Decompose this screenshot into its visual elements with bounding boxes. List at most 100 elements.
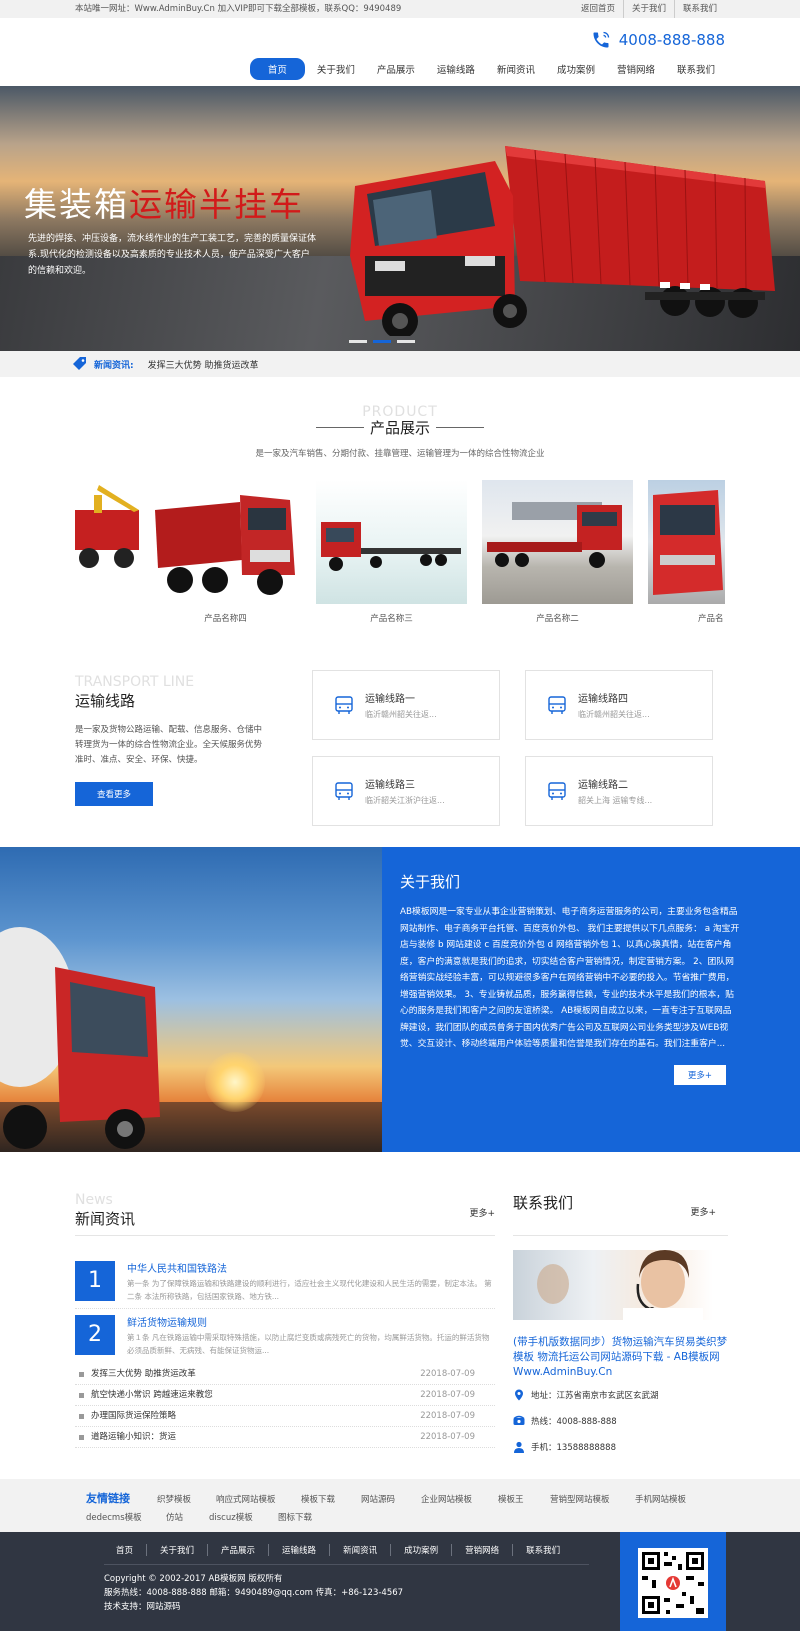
nav-contact[interactable]: 联系我们 — [667, 58, 725, 80]
nav-routes[interactable]: 运输线路 — [427, 58, 485, 80]
view-more-button[interactable]: 查看更多 — [75, 782, 154, 806]
phone-icon — [593, 31, 609, 48]
person-icon — [514, 1441, 524, 1453]
footer-nav-cases[interactable]: 成功案例 — [390, 1544, 451, 1556]
products-title: 产品展示 — [0, 417, 800, 438]
product-card-4[interactable]: 产品名称四 — [150, 480, 301, 624]
customer-service-image — [513, 1250, 713, 1320]
about-title: 关于我们 — [400, 873, 461, 891]
news-number: 1 — [75, 1261, 115, 1301]
friend-link[interactable]: 图标下载 — [278, 1511, 312, 1523]
friend-link[interactable]: 营销型网站模板 — [550, 1493, 610, 1505]
product-card-1[interactable]: 产品名 — [648, 480, 725, 624]
transport-en-title: TRANSPORT LINE — [75, 674, 195, 690]
friend-link[interactable]: dedecms模板 — [86, 1511, 142, 1523]
bus-icon — [335, 782, 353, 800]
about-more-button[interactable]: 更多+ — [673, 1065, 726, 1085]
top-link-about[interactable]: 关于我们 — [622, 0, 674, 18]
friend-link[interactable]: 网站源码 — [361, 1493, 395, 1505]
qr-code-panel — [620, 1532, 726, 1631]
footer-nav-products[interactable]: 产品展示 — [207, 1544, 268, 1556]
news-list-title: 发挥三大优势 助推货运改革 — [91, 1369, 196, 1379]
top-bar: 本站唯一网址：Www.AdminBuy.Cn 加入VIP即可下载全部模板，联系Q… — [0, 0, 800, 18]
route-card-2[interactable]: 运输线路二 韶关上海 运输专线... — [525, 756, 713, 826]
news-list-title: 办理国际货运保险策略 — [91, 1411, 177, 1421]
product-card-2[interactable]: 产品名称二 — [482, 480, 633, 624]
contact-link[interactable]: (带手机版数据同步）货物运输汽车贸易类织梦模板 物流托运公司网站源码下载 - A… — [513, 1335, 728, 1380]
route-title: 运输线路三 — [365, 780, 415, 791]
route-card-3[interactable]: 运输线路三临沂韶关江浙沪往返... — [312, 756, 500, 826]
contact-address: 地址：江苏省南京市玄武区玄武湖 — [513, 1382, 728, 1408]
product-image — [648, 480, 725, 604]
product-image — [150, 480, 301, 604]
bus-icon — [548, 696, 566, 714]
friend-link[interactable]: 仿站 — [166, 1511, 183, 1523]
friend-links-label: 友情链接 — [86, 1492, 130, 1505]
address-text: 地址：江苏省南京市玄武区玄武湖 — [531, 1391, 659, 1401]
product-card-5[interactable]: 五 — [75, 480, 150, 624]
qr-code-icon — [638, 1548, 708, 1618]
news-list-item[interactable]: 航空快递小常识 跨越速运来教您 22018-07-09 — [75, 1385, 495, 1406]
footer-contact-text: 服务热线：4008-888-888 邮箱：9490489@qq.com 传真：+… — [104, 1588, 404, 1598]
slider-dot-3[interactable] — [397, 340, 415, 343]
product-name: 产品名称二 — [536, 614, 579, 624]
footer-nav-contact[interactable]: 联系我们 — [512, 1544, 573, 1556]
contact-more-link[interactable]: 更多+ — [690, 1205, 716, 1218]
top-link-contact[interactable]: 联系我们 — [673, 0, 725, 18]
footer-nav-news[interactable]: 新闻资讯 — [329, 1544, 390, 1556]
friend-link[interactable]: discuz模板 — [209, 1511, 253, 1523]
news-number: 2 — [75, 1315, 115, 1355]
featured-news-2[interactable]: 2 鲜活货物运输规则 第１条 凡在铁路运输中需采取特殊措施，以防止腐烂变质或病残… — [75, 1315, 495, 1365]
nav-products[interactable]: 产品展示 — [367, 58, 425, 80]
featured-news-1[interactable]: 1 中华人民共和国铁路法 第一条 为了保障铁路运输和铁路建设的顺利进行，适应社会… — [75, 1261, 495, 1311]
friend-link[interactable]: 手机网站模板 — [635, 1493, 686, 1505]
friend-link[interactable]: 织梦模板 — [157, 1493, 191, 1505]
news-list-item[interactable]: 道路运输小知识：货运 22018-07-09 — [75, 1427, 495, 1448]
nav-network[interactable]: 营销网络 — [607, 58, 665, 80]
telephone-icon — [513, 1415, 525, 1425]
about-panel: 关于我们 AB模板网是一家专业从事企业营销策划、电子商务运营服务的公司，主要业务… — [382, 847, 800, 1152]
news-headline[interactable]: 鲜活货物运输规则 — [127, 1314, 207, 1329]
friend-link[interactable]: 响应式网站模板 — [216, 1493, 276, 1505]
footer-divider — [104, 1564, 589, 1565]
news-more-link[interactable]: 更多+ — [469, 1206, 495, 1219]
footer-nav-home[interactable]: 首页 — [104, 1544, 146, 1556]
slider-dot-1[interactable] — [349, 340, 367, 343]
footer-nav-routes[interactable]: 运输线路 — [268, 1544, 329, 1556]
friend-link[interactable]: 企业网站模板 — [421, 1493, 472, 1505]
news-headline[interactable]: 中华人民共和国铁路法 — [127, 1260, 227, 1275]
friend-link[interactable]: 模板下载 — [301, 1493, 335, 1505]
nav-about[interactable]: 关于我们 — [307, 58, 365, 80]
friend-link[interactable]: 模板王 — [498, 1493, 524, 1505]
route-card-4[interactable]: 运输线路四 临沂赣州韶关往返... — [525, 670, 713, 740]
nav-cases[interactable]: 成功案例 — [547, 58, 605, 80]
news-summary: 第１条 凡在铁路运输中需采取特殊措施，以防止腐烂变质或病残死亡的货物，均属鲜活货… — [127, 1333, 490, 1355]
phone-number: 4008-888-888 — [618, 31, 725, 49]
nav-news[interactable]: 新闻资讯 — [487, 58, 545, 80]
route-sub: 临沂韶关江浙沪往返... — [365, 796, 445, 805]
route-sub: 临沂赣州韶关往返... — [365, 710, 437, 719]
top-link-home[interactable]: 返回首页 — [573, 0, 623, 18]
route-card-1[interactable]: 运输线路一 临沂赣州韶关往返... — [312, 670, 500, 740]
footer-nav-network[interactable]: 营销网络 — [451, 1544, 512, 1556]
slider-dot-2[interactable] — [373, 340, 391, 343]
hero-banner[interactable]: 集装箱运输半挂车 先进的焊接、冲压设备，流水线作业的生产工装工艺，完善的质量保证… — [0, 86, 800, 351]
product-card-3[interactable]: 产品名称三 — [316, 480, 467, 624]
product-name: 五 — [75, 612, 150, 624]
news-list-item[interactable]: 发挥三大优势 助推货运改革 22018-07-09 — [75, 1364, 495, 1385]
products-heading: PRODUCT 产品展示 是一家及汽车销售、分期付款、挂靠管理、运输管理为一体的… — [0, 404, 800, 459]
news-list-item[interactable]: 办理国际货运保险策略 22018-07-09 — [75, 1406, 495, 1427]
nav-home[interactable]: 首页 — [249, 58, 305, 80]
banner-title: 集装箱运输半挂车 — [24, 178, 304, 226]
news-ticker: 新闻资讯: 发挥三大优势 助推货运改革 — [0, 351, 800, 377]
news-list-date: 22018-07-09 — [420, 1390, 475, 1400]
news-title: 新闻资讯 — [75, 1210, 136, 1228]
footer-nav-about[interactable]: 关于我们 — [146, 1544, 207, 1556]
header-phone: 4008-888-888 — [591, 30, 725, 50]
banner-title-white: 集装箱 — [24, 185, 129, 224]
products-desc: 是一家及汽车销售、分期付款、挂靠管理、运输管理为一体的综合性物流企业 — [255, 449, 545, 459]
news-list-title: 道路运输小知识：货运 — [91, 1432, 177, 1442]
news-list-date: 22018-07-09 — [420, 1432, 475, 1442]
news-list-date: 22018-07-09 — [420, 1411, 475, 1421]
ticker-text[interactable]: 发挥三大优势 助推货运改革 — [148, 358, 259, 371]
